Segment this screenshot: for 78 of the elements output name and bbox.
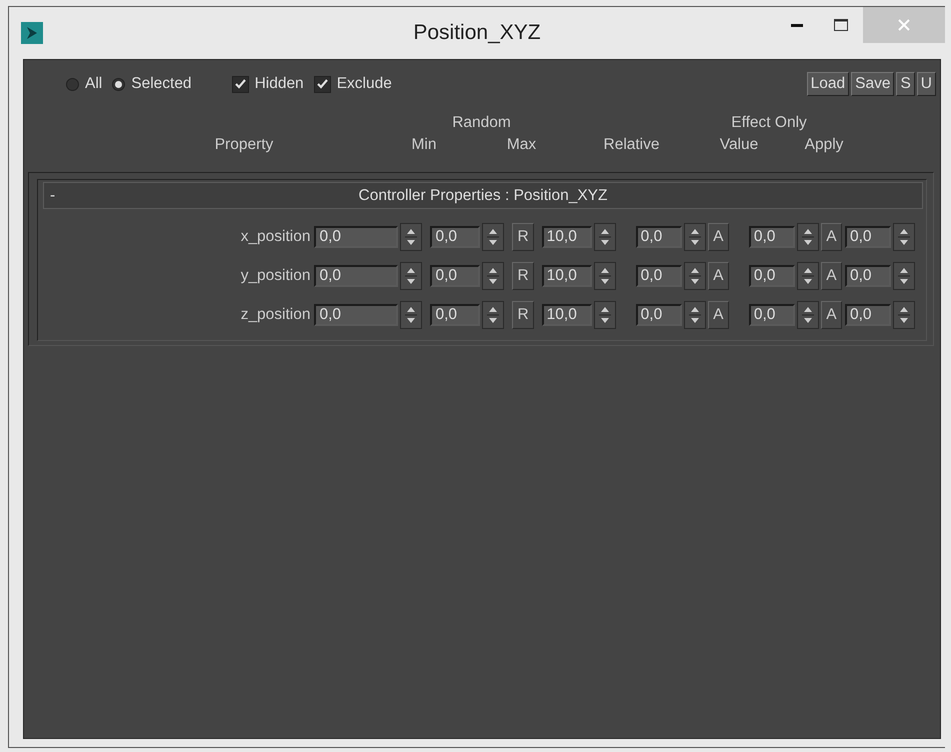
- spinner-arrows-icon[interactable]: [400, 222, 422, 250]
- column-header: Min: [410, 136, 438, 155]
- spinner-arrows-icon[interactable]: [594, 222, 616, 250]
- checkbox-label: Exclude: [336, 75, 392, 93]
- column-header: Apply: [804, 136, 844, 155]
- number-field[interactable]: 0,0: [636, 226, 682, 248]
- number-field[interactable]: 0,0: [748, 304, 795, 326]
- spinner-arrows-icon[interactable]: [893, 300, 915, 328]
- apply-button[interactable]: A: [708, 262, 729, 290]
- spinner-arrows-icon[interactable]: [482, 222, 504, 250]
- apply-button[interactable]: A: [820, 300, 842, 328]
- toolbar-button[interactable]: U: [916, 72, 936, 96]
- spinner-arrows-icon[interactable]: [893, 262, 915, 290]
- rollout-title: Controller Properties : Position_XYZ: [358, 186, 608, 204]
- column-header: Property: [214, 136, 274, 155]
- number-field[interactable]: 0,0: [845, 264, 891, 286]
- property-label: x_position: [240, 228, 312, 246]
- apply-button[interactable]: A: [820, 222, 842, 250]
- property-label: z_position: [240, 306, 312, 324]
- property-label: y_position: [240, 266, 312, 284]
- close-icon: [898, 19, 910, 31]
- random-button[interactable]: R: [512, 300, 534, 328]
- collapse-toggle[interactable]: -: [44, 186, 70, 204]
- toolbar-button[interactable]: Save: [851, 72, 894, 96]
- spinner-arrows-icon[interactable]: [400, 300, 422, 328]
- number-field[interactable]: 0,0: [748, 264, 795, 286]
- number-field[interactable]: 0,0: [314, 226, 398, 248]
- radio-label: Selected: [131, 75, 192, 93]
- random-button[interactable]: R: [512, 222, 534, 250]
- number-field[interactable]: 0,0: [636, 304, 682, 326]
- number-field[interactable]: 0,0: [636, 264, 682, 286]
- apply-button[interactable]: A: [708, 222, 729, 250]
- app-icon: [21, 22, 43, 44]
- checkmark-icon: [234, 79, 246, 89]
- spinner-arrows-icon[interactable]: [796, 222, 819, 250]
- apply-button[interactable]: A: [708, 300, 729, 328]
- number-field[interactable]: 0,0: [845, 226, 891, 248]
- checkmark-icon: [316, 79, 328, 89]
- minimize-icon: [791, 23, 803, 27]
- spinner-arrows-icon[interactable]: [796, 300, 819, 328]
- column-header: Value: [718, 136, 760, 155]
- number-field[interactable]: 0,0: [430, 226, 480, 248]
- toolbar-button[interactable]: Load: [806, 72, 850, 96]
- number-field[interactable]: 10,0: [542, 226, 592, 248]
- column-header: Effect Only: [730, 114, 808, 133]
- number-field[interactable]: 0,0: [314, 304, 398, 326]
- number-field[interactable]: 10,0: [542, 264, 592, 286]
- radio-label: All: [85, 75, 102, 93]
- column-header: Random: [451, 114, 512, 133]
- window-title: Position_XYZ: [412, 21, 542, 45]
- column-header: Max: [506, 136, 538, 155]
- number-field[interactable]: 0,0: [748, 226, 795, 248]
- maximize-icon: [834, 19, 848, 31]
- apply-button[interactable]: A: [820, 262, 842, 290]
- spinner-arrows-icon[interactable]: [893, 222, 915, 250]
- column-header: Relative: [602, 136, 660, 155]
- random-button[interactable]: R: [512, 262, 534, 290]
- spinner-arrows-icon[interactable]: [684, 262, 706, 290]
- rollout-header[interactable]: - Controller Properties : Position_XYZ: [43, 182, 923, 209]
- spinner-arrows-icon[interactable]: [482, 262, 504, 290]
- spinner-arrows-icon[interactable]: [594, 262, 616, 290]
- spinner-arrows-icon[interactable]: [594, 300, 616, 328]
- radio-button[interactable]: [112, 78, 126, 90]
- spinner-arrows-icon[interactable]: [684, 222, 706, 250]
- number-field[interactable]: 0,0: [430, 304, 480, 326]
- spinner-arrows-icon[interactable]: [796, 262, 819, 290]
- toolbar-button[interactable]: S: [896, 72, 915, 96]
- spinner-arrows-icon[interactable]: [400, 262, 422, 290]
- checkbox[interactable]: [314, 76, 331, 92]
- spinner-arrows-icon[interactable]: [684, 300, 706, 328]
- spinner-arrows-icon[interactable]: [482, 300, 504, 328]
- number-field[interactable]: 0,0: [314, 264, 398, 286]
- checkbox[interactable]: [232, 76, 249, 92]
- number-field[interactable]: 0,0: [845, 304, 891, 326]
- number-field[interactable]: 10,0: [542, 304, 592, 326]
- number-field[interactable]: 0,0: [430, 264, 480, 286]
- radio-button[interactable]: [66, 78, 79, 90]
- checkbox-label: Hidden: [254, 75, 304, 93]
